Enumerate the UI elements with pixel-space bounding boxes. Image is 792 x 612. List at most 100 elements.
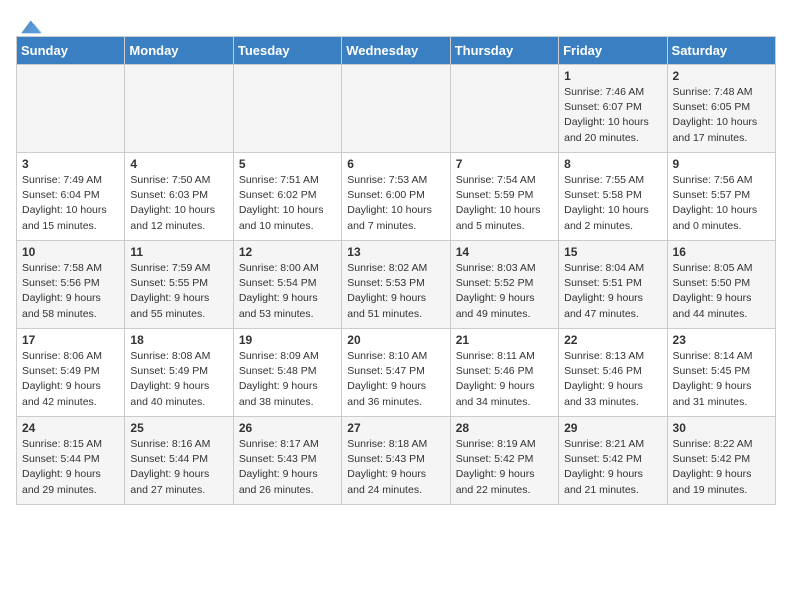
calendar-cell: 3 Sunrise: 7:49 AM Sunset: 6:04 PM Daylig… xyxy=(17,153,125,241)
day-info: Sunrise: 7:51 AM Sunset: 6:02 PM Dayligh… xyxy=(239,173,336,234)
logo xyxy=(16,16,42,30)
day-number: 2 xyxy=(673,69,770,83)
calendar-cell: 27 Sunrise: 8:18 AM Sunset: 5:43 PM Dayli… xyxy=(342,417,450,505)
calendar-cell: 8 Sunrise: 7:55 AM Sunset: 5:58 PM Daylig… xyxy=(559,153,667,241)
calendar-cell: 29 Sunrise: 8:21 AM Sunset: 5:42 PM Dayli… xyxy=(559,417,667,505)
day-number: 9 xyxy=(673,157,770,171)
day-info: Sunrise: 8:16 AM Sunset: 5:44 PM Dayligh… xyxy=(130,437,227,498)
day-info: Sunrise: 8:14 AM Sunset: 5:45 PM Dayligh… xyxy=(673,349,770,410)
calendar-cell xyxy=(17,65,125,153)
day-number: 5 xyxy=(239,157,336,171)
day-number: 15 xyxy=(564,245,661,259)
day-number: 18 xyxy=(130,333,227,347)
day-number: 16 xyxy=(673,245,770,259)
day-number: 14 xyxy=(456,245,553,259)
calendar-cell: 22 Sunrise: 8:13 AM Sunset: 5:46 PM Dayli… xyxy=(559,329,667,417)
logo-icon xyxy=(18,16,42,36)
day-info: Sunrise: 7:49 AM Sunset: 6:04 PM Dayligh… xyxy=(22,173,119,234)
day-number: 29 xyxy=(564,421,661,435)
day-number: 21 xyxy=(456,333,553,347)
day-info: Sunrise: 8:02 AM Sunset: 5:53 PM Dayligh… xyxy=(347,261,444,322)
day-info: Sunrise: 7:53 AM Sunset: 6:00 PM Dayligh… xyxy=(347,173,444,234)
day-number: 10 xyxy=(22,245,119,259)
day-number: 20 xyxy=(347,333,444,347)
calendar-cell: 7Sunrise: 7:54 AM Sunset: 5:59 PM Daylig… xyxy=(450,153,558,241)
calendar-cell: 30 Sunrise: 8:22 AM Sunset: 5:42 PM Dayli… xyxy=(667,417,775,505)
day-info: Sunrise: 8:08 AM Sunset: 5:49 PM Dayligh… xyxy=(130,349,227,410)
day-info: Sunrise: 8:19 AM Sunset: 5:42 PM Dayligh… xyxy=(456,437,553,498)
day-number: 17 xyxy=(22,333,119,347)
weekday-header-thursday: Thursday xyxy=(450,37,558,65)
day-number: 24 xyxy=(22,421,119,435)
day-info: Sunrise: 7:46 AM Sunset: 6:07 PM Dayligh… xyxy=(564,85,661,146)
day-info: Sunrise: 8:09 AM Sunset: 5:48 PM Dayligh… xyxy=(239,349,336,410)
day-number: 13 xyxy=(347,245,444,259)
day-number: 23 xyxy=(673,333,770,347)
day-info: Sunrise: 8:22 AM Sunset: 5:42 PM Dayligh… xyxy=(673,437,770,498)
day-info: Sunrise: 8:03 AM Sunset: 5:52 PM Dayligh… xyxy=(456,261,553,322)
day-number: 12 xyxy=(239,245,336,259)
page-header xyxy=(16,16,776,30)
calendar-cell: 14 Sunrise: 8:03 AM Sunset: 5:52 PM Dayli… xyxy=(450,241,558,329)
calendar-cell: 17 Sunrise: 8:06 AM Sunset: 5:49 PM Dayli… xyxy=(17,329,125,417)
day-number: 26 xyxy=(239,421,336,435)
day-number: 30 xyxy=(673,421,770,435)
day-number: 3 xyxy=(22,157,119,171)
day-number: 6 xyxy=(347,157,444,171)
day-info: Sunrise: 7:54 AM Sunset: 5:59 PM Dayligh… xyxy=(456,173,553,234)
day-number: 8 xyxy=(564,157,661,171)
calendar-cell: 20 Sunrise: 8:10 AM Sunset: 5:47 PM Dayli… xyxy=(342,329,450,417)
calendar-cell: 11 Sunrise: 7:59 AM Sunset: 5:55 PM Dayli… xyxy=(125,241,233,329)
day-number: 19 xyxy=(239,333,336,347)
day-info: Sunrise: 8:18 AM Sunset: 5:43 PM Dayligh… xyxy=(347,437,444,498)
calendar-cell xyxy=(233,65,341,153)
calendar-table: SundayMondayTuesdayWednesdayThursdayFrid… xyxy=(16,36,776,505)
calendar-cell: 15 Sunrise: 8:04 AM Sunset: 5:51 PM Dayli… xyxy=(559,241,667,329)
calendar-cell: 23 Sunrise: 8:14 AM Sunset: 5:45 PM Dayli… xyxy=(667,329,775,417)
day-info: Sunrise: 8:00 AM Sunset: 5:54 PM Dayligh… xyxy=(239,261,336,322)
day-info: Sunrise: 7:48 AM Sunset: 6:05 PM Dayligh… xyxy=(673,85,770,146)
calendar-cell xyxy=(450,65,558,153)
calendar-cell: 25 Sunrise: 8:16 AM Sunset: 5:44 PM Dayli… xyxy=(125,417,233,505)
calendar-cell: 16 Sunrise: 8:05 AM Sunset: 5:50 PM Dayli… xyxy=(667,241,775,329)
weekday-header-friday: Friday xyxy=(559,37,667,65)
calendar-cell xyxy=(125,65,233,153)
calendar-cell: 9 Sunrise: 7:56 AM Sunset: 5:57 PM Daylig… xyxy=(667,153,775,241)
day-number: 25 xyxy=(130,421,227,435)
day-info: Sunrise: 7:59 AM Sunset: 5:55 PM Dayligh… xyxy=(130,261,227,322)
day-info: Sunrise: 7:50 AM Sunset: 6:03 PM Dayligh… xyxy=(130,173,227,234)
calendar-cell: 28 Sunrise: 8:19 AM Sunset: 5:42 PM Dayli… xyxy=(450,417,558,505)
day-number: 11 xyxy=(130,245,227,259)
weekday-header-sunday: Sunday xyxy=(17,37,125,65)
day-info: Sunrise: 8:17 AM Sunset: 5:43 PM Dayligh… xyxy=(239,437,336,498)
calendar-cell: 2 Sunrise: 7:48 AM Sunset: 6:05 PM Daylig… xyxy=(667,65,775,153)
calendar-cell: 4Sunrise: 7:50 AM Sunset: 6:03 PM Daylig… xyxy=(125,153,233,241)
day-info: Sunrise: 7:55 AM Sunset: 5:58 PM Dayligh… xyxy=(564,173,661,234)
day-number: 27 xyxy=(347,421,444,435)
calendar-cell: 10 Sunrise: 7:58 AM Sunset: 5:56 PM Dayli… xyxy=(17,241,125,329)
day-info: Sunrise: 7:56 AM Sunset: 5:57 PM Dayligh… xyxy=(673,173,770,234)
calendar-cell xyxy=(342,65,450,153)
day-number: 22 xyxy=(564,333,661,347)
day-info: Sunrise: 8:15 AM Sunset: 5:44 PM Dayligh… xyxy=(22,437,119,498)
day-number: 1 xyxy=(564,69,661,83)
calendar-cell: 18 Sunrise: 8:08 AM Sunset: 5:49 PM Dayli… xyxy=(125,329,233,417)
calendar-cell: 26 Sunrise: 8:17 AM Sunset: 5:43 PM Dayli… xyxy=(233,417,341,505)
day-info: Sunrise: 8:05 AM Sunset: 5:50 PM Dayligh… xyxy=(673,261,770,322)
weekday-header-tuesday: Tuesday xyxy=(233,37,341,65)
day-info: Sunrise: 8:04 AM Sunset: 5:51 PM Dayligh… xyxy=(564,261,661,322)
calendar-cell: 1 Sunrise: 7:46 AM Sunset: 6:07 PM Daylig… xyxy=(559,65,667,153)
day-number: 28 xyxy=(456,421,553,435)
calendar-cell: 6 Sunrise: 7:53 AM Sunset: 6:00 PM Daylig… xyxy=(342,153,450,241)
weekday-header-saturday: Saturday xyxy=(667,37,775,65)
day-info: Sunrise: 7:58 AM Sunset: 5:56 PM Dayligh… xyxy=(22,261,119,322)
day-info: Sunrise: 8:13 AM Sunset: 5:46 PM Dayligh… xyxy=(564,349,661,410)
calendar-cell: 19 Sunrise: 8:09 AM Sunset: 5:48 PM Dayli… xyxy=(233,329,341,417)
day-info: Sunrise: 8:10 AM Sunset: 5:47 PM Dayligh… xyxy=(347,349,444,410)
calendar-cell: 13 Sunrise: 8:02 AM Sunset: 5:53 PM Dayli… xyxy=(342,241,450,329)
calendar-cell: 24 Sunrise: 8:15 AM Sunset: 5:44 PM Dayli… xyxy=(17,417,125,505)
weekday-header-monday: Monday xyxy=(125,37,233,65)
calendar-cell: 5 Sunrise: 7:51 AM Sunset: 6:02 PM Daylig… xyxy=(233,153,341,241)
day-info: Sunrise: 8:06 AM Sunset: 5:49 PM Dayligh… xyxy=(22,349,119,410)
day-info: Sunrise: 8:21 AM Sunset: 5:42 PM Dayligh… xyxy=(564,437,661,498)
